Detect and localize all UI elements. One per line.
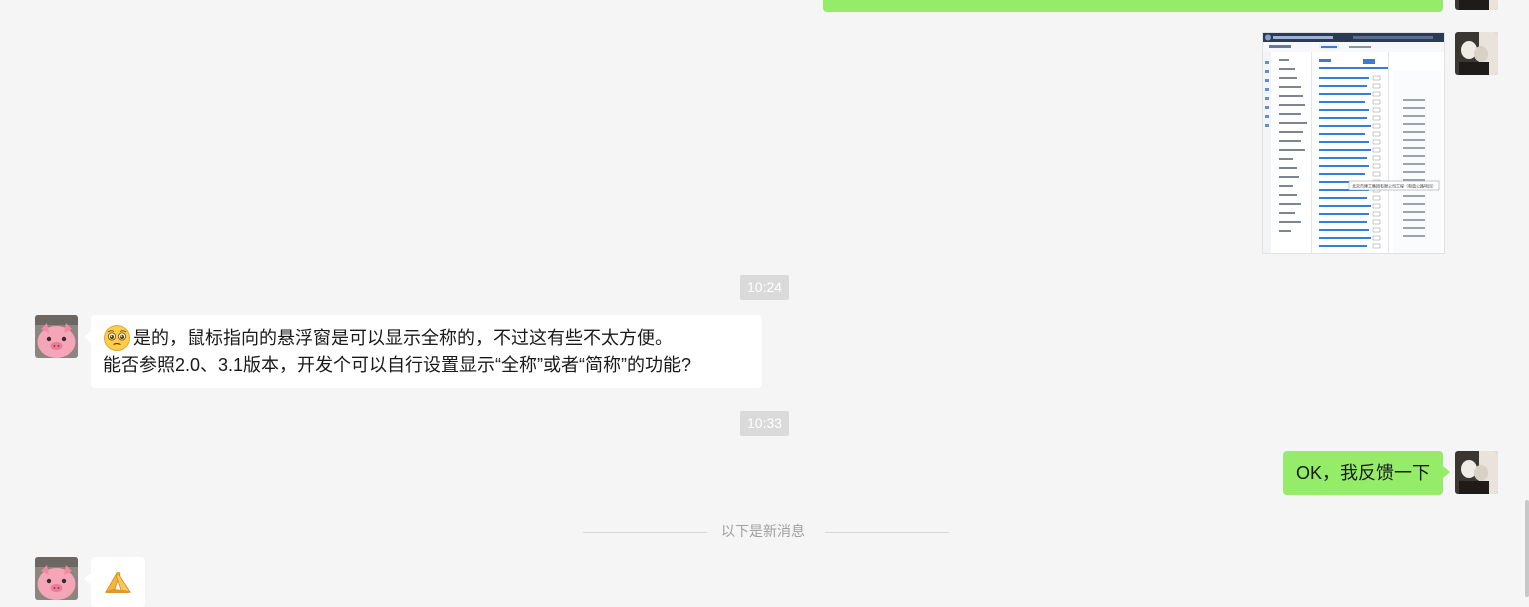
- photo-avatar-icon: [1455, 0, 1498, 10]
- timestamp: 10:33: [740, 411, 790, 436]
- self-avatar[interactable]: [1455, 0, 1498, 10]
- new-messages-divider: 以下是新消息: [721, 523, 805, 539]
- pleading-face-icon: [104, 325, 130, 351]
- message-text: 是的，鼠标指向的悬浮窗是可以显示全称的，不过这有些不太方便。: [133, 328, 673, 348]
- divider-line: [825, 532, 949, 533]
- message-line-1: 是的，鼠标指向的悬浮窗是可以显示全称的，不过这有些不太方便。: [103, 324, 691, 352]
- self-avatar[interactable]: [1455, 451, 1498, 494]
- folded-hands-icon: [105, 571, 131, 593]
- pig-avatar-icon: [35, 557, 78, 600]
- divider-line: [583, 532, 707, 533]
- message-line-2: 能否参照2.0、3.1版本，开发个可以自行设置显示“全称”或者“简称”的功能?: [103, 355, 692, 375]
- contact-avatar[interactable]: [35, 315, 78, 358]
- pig-avatar-icon: [35, 315, 78, 358]
- outgoing-message[interactable]: OK，我反馈一下: [1283, 451, 1443, 495]
- message-text: OK，我反馈一下: [1296, 463, 1431, 483]
- bubble-tail: [84, 573, 91, 585]
- scrollbar[interactable]: [1525, 500, 1529, 597]
- timestamp: 10:24: [740, 275, 790, 300]
- screenshot-thumbnail: 北京市建工集团有限公司工程（和谐公路项目）: [1263, 33, 1444, 253]
- incoming-message[interactable]: 是的，鼠标指向的悬浮窗是可以显示全称的，不过这有些不太方便。 能否参照2.0、3…: [91, 315, 762, 388]
- contact-avatar[interactable]: [35, 557, 78, 600]
- self-avatar[interactable]: [1455, 32, 1498, 75]
- incoming-emoji-message[interactable]: [91, 557, 145, 607]
- photo-avatar-icon: [1455, 32, 1498, 75]
- screenshot-image-message[interactable]: 北京市建工集团有限公司工程（和谐公路项目）: [1262, 32, 1445, 254]
- outgoing-message-partial[interactable]: [823, 0, 1443, 12]
- photo-avatar-icon: [1455, 451, 1498, 494]
- bubble-tail: [1443, 466, 1450, 478]
- bubble-tail: [84, 331, 91, 343]
- tooltip-text: 北京市建工集团有限公司工程（和谐公路项目）: [1352, 183, 1436, 189]
